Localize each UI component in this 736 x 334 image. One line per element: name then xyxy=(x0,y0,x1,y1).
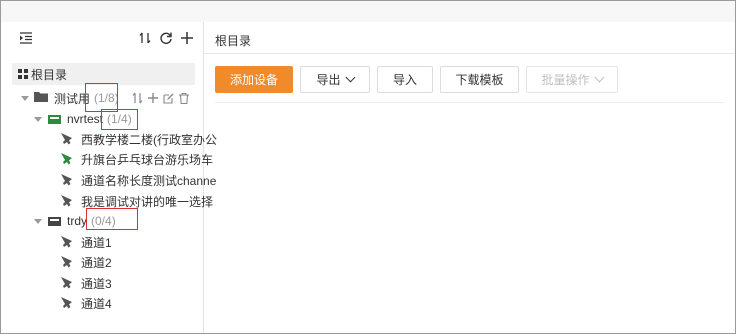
caret-down-icon[interactable] xyxy=(21,95,29,101)
top-bar xyxy=(1,1,735,22)
highlight-box xyxy=(101,109,138,130)
download-template-button[interactable]: 下载模板 xyxy=(440,66,519,93)
channel-name: 通道名称长度测试channe xyxy=(81,173,217,188)
add-device-button[interactable]: 添加设备 xyxy=(215,66,293,93)
main-panel: 根目录 添加设备 导出 导入 下载模板 批量操作 xyxy=(204,22,735,333)
app-frame: 根目录 测试用 (1/8) nvrtest (1/4) 西教学楼二楼(行政室办公… xyxy=(0,0,736,334)
caret-down-icon[interactable] xyxy=(34,116,42,122)
tree-root-label: 根目录 xyxy=(31,67,68,82)
import-label: 导入 xyxy=(392,73,417,87)
channel-name: 通道4 xyxy=(81,296,112,311)
channel-item[interactable]: 通道名称长度测试channe xyxy=(61,170,216,190)
download-template-label: 下载模板 xyxy=(455,73,504,87)
channel-name: 通道1 xyxy=(81,235,112,250)
channel-item[interactable]: 通道4 xyxy=(61,293,112,313)
camera-icon xyxy=(61,195,72,207)
divider xyxy=(215,102,724,103)
tree-root[interactable]: 根目录 xyxy=(12,63,195,85)
grid-icon xyxy=(18,69,28,79)
channel-name: 升旗台乒乓球台游乐场车 xyxy=(81,152,214,167)
camera-online-icon xyxy=(61,153,72,165)
channel-name: 通道3 xyxy=(81,276,112,291)
import-button[interactable]: 导入 xyxy=(377,66,433,93)
channel-item[interactable]: 升旗台乒乓球台游乐场车 xyxy=(61,149,213,169)
nvr-name: nvrtest xyxy=(67,112,104,126)
caret-down-icon[interactable] xyxy=(34,218,42,224)
chevron-down-icon xyxy=(594,72,604,83)
folder-icon xyxy=(34,91,48,105)
group-actions xyxy=(132,92,189,104)
sort-icon[interactable] xyxy=(132,92,143,104)
camera-icon xyxy=(61,277,72,289)
camera-icon xyxy=(61,133,72,145)
channel-name: 通道2 xyxy=(81,255,112,270)
channel-item[interactable]: 西教学楼二楼(行政室办公 xyxy=(61,129,217,149)
camera-icon xyxy=(61,256,72,268)
sidebar-toolbar xyxy=(1,22,203,54)
highlight-box xyxy=(85,83,118,112)
batch-operation-button[interactable]: 批量操作 xyxy=(526,66,618,93)
export-label: 导出 xyxy=(316,73,341,87)
nvr-offline-icon xyxy=(48,216,61,226)
refresh-icon[interactable] xyxy=(158,30,174,46)
batch-operation-label: 批量操作 xyxy=(541,73,590,87)
nvr-online-icon xyxy=(48,114,61,124)
channel-name: 西教学楼二楼(行政室办公 xyxy=(81,132,217,147)
breadcrumb: 根目录 xyxy=(215,34,252,48)
add-child-icon[interactable] xyxy=(147,93,158,103)
sidebar: 根目录 测试用 (1/8) nvrtest (1/4) 西教学楼二楼(行政室办公… xyxy=(1,22,217,333)
delete-icon[interactable] xyxy=(178,92,189,104)
highlight-box xyxy=(86,208,138,230)
camera-icon xyxy=(61,297,72,309)
channel-item[interactable]: 通道2 xyxy=(61,252,112,272)
channel-name: 我是调试对讲的唯一选择 xyxy=(81,194,214,209)
sort-icon[interactable] xyxy=(137,30,153,46)
channel-item[interactable]: 通道3 xyxy=(61,273,112,293)
add-device-label: 添加设备 xyxy=(229,73,278,87)
camera-icon xyxy=(61,236,72,248)
channel-item[interactable]: 通道1 xyxy=(61,232,112,252)
add-icon[interactable] xyxy=(179,30,195,46)
edit-icon[interactable] xyxy=(163,93,174,104)
camera-icon xyxy=(61,174,72,186)
divider xyxy=(204,53,735,54)
nvr-name: trdy xyxy=(67,214,88,228)
chevron-down-icon xyxy=(345,72,355,83)
collapse-menu-icon[interactable] xyxy=(18,30,34,46)
export-button[interactable]: 导出 xyxy=(300,66,370,93)
